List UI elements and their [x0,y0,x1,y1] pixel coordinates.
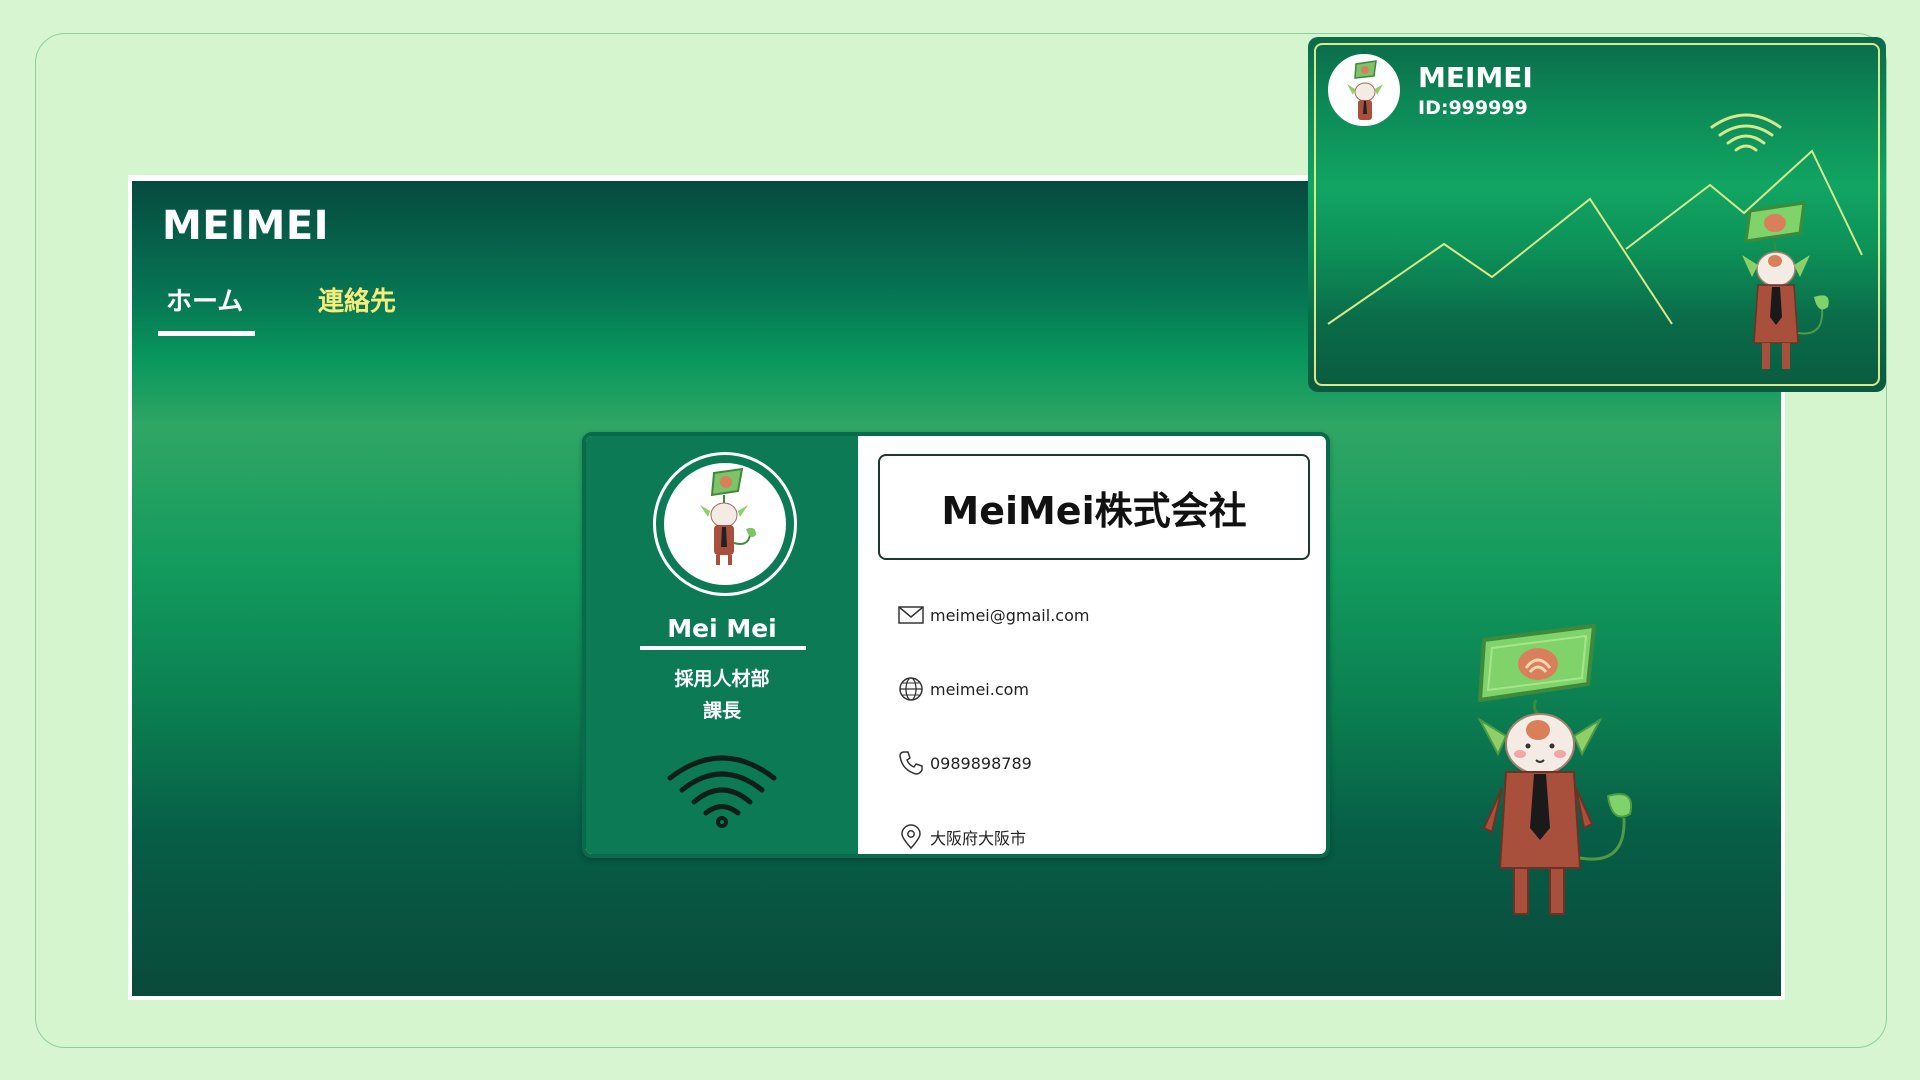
brand-logo: MEIMEI [162,203,330,249]
card-person-name: Mei Mei [667,614,777,643]
contact-website[interactable]: meimei.com [898,674,1029,704]
card-department: 採用人材部 [674,668,770,690]
contact-address-text: 大阪府大阪市 [930,829,1027,848]
id-card-preview: MEIMEI ID:999999 [1308,37,1886,392]
business-card: Mei Mei 採用人材部 課長 MeiMei株式会社 meimei@gmail… [582,432,1330,858]
contact-email-text: meimei@gmail.com [930,605,1090,625]
id-avatar [1328,54,1400,126]
phone-icon [899,751,923,775]
location-pin-icon [901,824,921,850]
card-role: 採用人材部 課長 [586,663,858,727]
contact-phone-text: 0989898789 [930,753,1032,773]
globe-icon [899,677,923,701]
tab-contacts[interactable]: 連絡先 [318,281,396,318]
name-underline [640,646,806,650]
mascot-illustration-icon [1477,624,1632,915]
contact-address[interactable]: 大阪府大阪市 [898,822,1026,852]
contact-phone[interactable]: 0989898789 [898,748,1032,778]
nfc-wifi-icon [667,755,777,828]
company-name: MeiMei株式会社 [878,454,1310,560]
id-card-number: ID:999999 [1418,97,1528,119]
card-profile-panel: Mei Mei 採用人材部 課長 [586,436,858,854]
mail-icon [898,606,924,624]
card-info-panel: MeiMei株式会社 meimei@gmail.com meimei.com 0 [858,436,1326,854]
contact-email[interactable]: meimei@gmail.com [898,600,1089,630]
mascot-illustration-icon [1742,201,1829,369]
avatar [664,463,786,585]
contact-website-text: meimei.com [930,679,1030,699]
avatar-ring [653,452,797,596]
card-title: 課長 [702,700,741,722]
nfc-wifi-icon [1710,113,1782,152]
id-card-name: MEIMEI [1418,61,1533,94]
tab-home[interactable]: ホーム [157,281,256,336]
mascot-icon [700,467,756,565]
